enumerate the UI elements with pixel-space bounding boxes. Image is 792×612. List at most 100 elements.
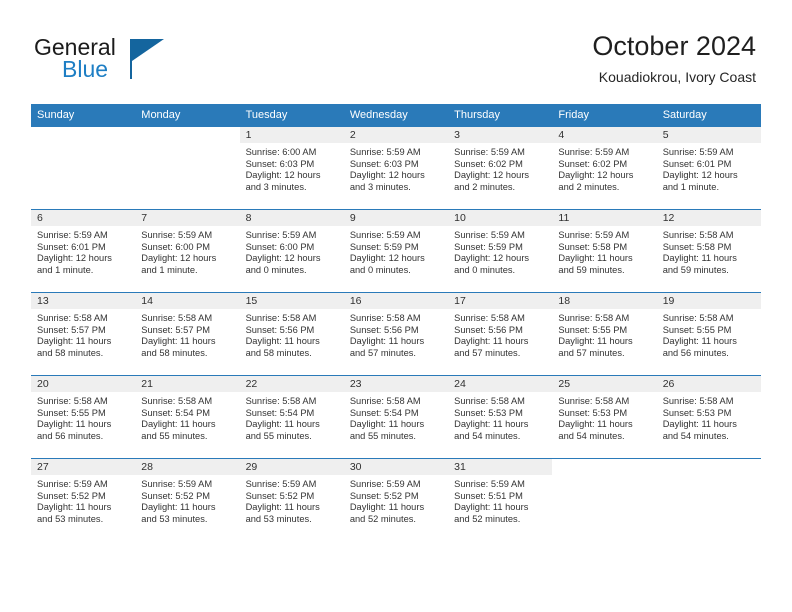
- day-detail-line: Sunset: 5:57 PM: [37, 324, 106, 335]
- calendar-day-cell[interactable]: 3 Sunrise: 5:59 AM Sunset: 6:02 PM Daylight…: [448, 126, 553, 210]
- calendar-day-cell[interactable]: 31 Sunrise: 5:59 AM Sunset: 5:51 PM Dayligh…: [448, 458, 553, 541]
- day-details: Sunrise: 5:58 AM Sunset: 5:53 PM Daylight:…: [657, 392, 761, 442]
- calendar-day-cell[interactable]: 4 Sunrise: 5:59 AM Sunset: 6:02 PM Daylight…: [552, 126, 657, 210]
- calendar-day-cell[interactable]: 26 Sunrise: 5:58 AM Sunset: 5:53 PM Dayligh…: [656, 375, 761, 459]
- calendar-day-cell[interactable]: 9 Sunrise: 5:59 AM Sunset: 5:59 PM Daylight…: [343, 209, 449, 293]
- calendar-day-cell[interactable]: 12 Sunrise: 5:58 AM Sunset: 5:58 PM Dayligh…: [656, 209, 761, 293]
- weekday-header-friday: Friday: [552, 104, 657, 127]
- day-number: 19: [662, 295, 675, 307]
- day-number: 12: [662, 212, 675, 224]
- calendar-day-cell[interactable]: 7 Sunrise: 5:59 AM Sunset: 6:00 PM Daylight…: [135, 209, 240, 293]
- day-details: Sunrise: 5:59 AM Sunset: 5:52 PM Daylight:…: [240, 475, 344, 525]
- calendar-day-cell[interactable]: 22 Sunrise: 5:58 AM Sunset: 5:54 PM Dayligh…: [239, 375, 344, 459]
- calendar-day-cell[interactable]: 23 Sunrise: 5:58 AM Sunset: 5:54 PM Dayligh…: [343, 375, 449, 459]
- calendar-day-cell[interactable]: 25 Sunrise: 5:58 AM Sunset: 5:53 PM Dayligh…: [552, 375, 657, 459]
- day-detail-line: and 2 minutes.: [454, 181, 516, 192]
- calendar-day-cell[interactable]: 27 Sunrise: 5:59 AM Sunset: 5:52 PM Dayligh…: [31, 458, 136, 541]
- calendar-day-cell[interactable]: 24 Sunrise: 5:58 AM Sunset: 5:53 PM Dayligh…: [448, 375, 553, 459]
- calendar-day-cell[interactable]: 17 Sunrise: 5:58 AM Sunset: 5:56 PM Dayligh…: [448, 292, 553, 376]
- day-detail-line: Daylight: 12 hours: [454, 253, 530, 264]
- calendar-day-cell[interactable]: 28 Sunrise: 5:59 AM Sunset: 5:52 PM Dayligh…: [135, 458, 240, 541]
- day-number-strip: 17: [448, 293, 553, 309]
- calendar-day-cell[interactable]: 8 Sunrise: 5:59 AM Sunset: 6:00 PM Daylight…: [239, 209, 344, 293]
- day-detail-line: Sunrise: 5:59 AM: [662, 147, 734, 157]
- day-detail-line: and 0 minutes.: [454, 264, 516, 275]
- day-number-strip: 26: [656, 376, 761, 392]
- day-detail-line: Sunrise: 5:59 AM: [454, 230, 525, 240]
- day-detail-line: Sunrise: 5:59 AM: [349, 147, 421, 157]
- calendar-day-cell[interactable]: 1 Sunrise: 6:00 AM Sunset: 6:03 PM Daylight…: [239, 126, 344, 210]
- calendar-day-cell[interactable]: 20 Sunrise: 5:58 AM Sunset: 5:55 PM Dayligh…: [31, 375, 136, 459]
- day-details: Sunrise: 5:58 AM Sunset: 5:53 PM Daylight:…: [552, 392, 656, 442]
- day-detail-line: Daylight: 12 hours: [558, 170, 634, 181]
- day-detail-line: and 56 minutes.: [37, 430, 104, 441]
- day-number: 1: [245, 129, 252, 141]
- calendar-day-cell[interactable]: 11 Sunrise: 5:59 AM Sunset: 5:58 PM Dayligh…: [552, 209, 657, 293]
- day-number-strip: 4: [552, 127, 657, 143]
- day-detail-line: Sunset: 5:53 PM: [662, 407, 732, 418]
- day-details: Sunrise: 5:58 AM Sunset: 5:54 PM Daylight:…: [240, 392, 344, 442]
- day-number-strip: 27: [31, 459, 136, 475]
- day-number-strip: [31, 127, 135, 143]
- day-detail-line: Sunset: 5:58 PM: [662, 241, 732, 252]
- day-details: Sunrise: 5:58 AM Sunset: 5:55 PM Daylight:…: [657, 309, 761, 359]
- day-detail-line: Sunset: 5:57 PM: [141, 324, 211, 335]
- day-number: 14: [141, 295, 153, 307]
- day-detail-line: Sunset: 6:03 PM: [245, 158, 315, 169]
- day-detail-line: Sunset: 6:02 PM: [558, 158, 628, 169]
- calendar-page: General Blue October 2024 Kouadiokrou, I…: [0, 0, 792, 612]
- day-detail-line: Daylight: 12 hours: [245, 253, 321, 264]
- day-details: Sunrise: 5:59 AM Sunset: 5:51 PM Daylight:…: [448, 475, 552, 525]
- day-detail-line: and 52 minutes.: [454, 513, 521, 524]
- calendar-day-cell[interactable]: 6 Sunrise: 5:59 AM Sunset: 6:01 PM Daylight…: [31, 209, 136, 293]
- day-detail-line: Daylight: 11 hours: [349, 502, 425, 513]
- day-detail-line: and 2 minutes.: [558, 181, 620, 192]
- day-detail-line: Daylight: 11 hours: [558, 419, 633, 430]
- calendar-header-row: Sunday Monday Tuesday Wednesday Thursday…: [31, 104, 761, 127]
- calendar-day-cell[interactable]: 30 Sunrise: 5:59 AM Sunset: 5:52 PM Dayligh…: [343, 458, 449, 541]
- calendar-day-cell[interactable]: 18 Sunrise: 5:58 AM Sunset: 5:55 PM Dayligh…: [552, 292, 657, 376]
- calendar-day-cell[interactable]: 16 Sunrise: 5:58 AM Sunset: 5:56 PM Dayligh…: [343, 292, 449, 376]
- day-number: 11: [558, 212, 570, 224]
- day-number-strip: 7: [135, 210, 240, 226]
- day-number-strip: [657, 459, 761, 475]
- day-number-strip: 9: [343, 210, 449, 226]
- day-detail-line: Sunset: 5:54 PM: [349, 407, 419, 418]
- day-detail-line: and 0 minutes.: [245, 264, 307, 275]
- day-number-strip: 12: [656, 210, 761, 226]
- day-details: Sunrise: 5:59 AM Sunset: 6:03 PM Daylight:…: [344, 143, 448, 193]
- day-number: 26: [662, 378, 675, 390]
- calendar-day-cell[interactable]: 29 Sunrise: 5:59 AM Sunset: 5:52 PM Dayligh…: [239, 458, 344, 541]
- day-number: 27: [37, 461, 49, 473]
- day-detail-line: Sunset: 5:52 PM: [37, 490, 106, 501]
- calendar-day-cell[interactable]: 5 Sunrise: 5:59 AM Sunset: 6:01 PM Daylight…: [656, 126, 761, 210]
- day-detail-line: and 55 minutes.: [245, 430, 312, 441]
- calendar-day-cell[interactable]: 14 Sunrise: 5:58 AM Sunset: 5:57 PM Dayligh…: [135, 292, 240, 376]
- calendar-day-cell[interactable]: 10 Sunrise: 5:59 AM Sunset: 5:59 PM Dayligh…: [448, 209, 553, 293]
- day-number: 16: [349, 295, 362, 307]
- day-detail-line: Sunset: 5:56 PM: [245, 324, 315, 335]
- day-detail-line: and 0 minutes.: [349, 264, 411, 275]
- day-detail-line: Sunrise: 5:59 AM: [349, 230, 421, 240]
- calendar-empty-cell: [31, 126, 136, 210]
- day-number-strip: 28: [135, 459, 240, 475]
- day-details: Sunrise: 5:58 AM Sunset: 5:58 PM Daylight:…: [657, 226, 761, 276]
- day-details: Sunrise: 5:59 AM Sunset: 5:58 PM Daylight:…: [552, 226, 656, 276]
- day-details: Sunrise: 5:58 AM Sunset: 5:56 PM Daylight:…: [240, 309, 344, 359]
- day-detail-line: Daylight: 12 hours: [349, 170, 425, 181]
- calendar-day-cell[interactable]: 21 Sunrise: 5:58 AM Sunset: 5:54 PM Dayligh…: [135, 375, 240, 459]
- day-detail-line: Sunset: 6:00 PM: [141, 241, 211, 252]
- day-number: 30: [349, 461, 362, 473]
- calendar-day-cell[interactable]: 19 Sunrise: 5:58 AM Sunset: 5:55 PM Dayligh…: [656, 292, 761, 376]
- day-number-strip: 14: [135, 293, 240, 309]
- day-number: 22: [245, 378, 258, 390]
- day-detail-line: Sunset: 5:53 PM: [558, 407, 628, 418]
- day-number-strip: 22: [239, 376, 344, 392]
- day-detail-line: and 53 minutes.: [37, 513, 104, 524]
- day-details: Sunrise: 5:59 AM Sunset: 6:01 PM Daylight:…: [657, 143, 761, 193]
- calendar-day-cell[interactable]: 13 Sunrise: 5:58 AM Sunset: 5:57 PM Dayligh…: [31, 292, 136, 376]
- calendar-day-cell[interactable]: 2 Sunrise: 5:59 AM Sunset: 6:03 PM Daylight…: [343, 126, 449, 210]
- calendar-day-cell[interactable]: 15 Sunrise: 5:58 AM Sunset: 5:56 PM Dayligh…: [239, 292, 344, 376]
- day-detail-line: Sunset: 5:58 PM: [558, 241, 628, 252]
- day-detail-line: Daylight: 12 hours: [662, 170, 738, 181]
